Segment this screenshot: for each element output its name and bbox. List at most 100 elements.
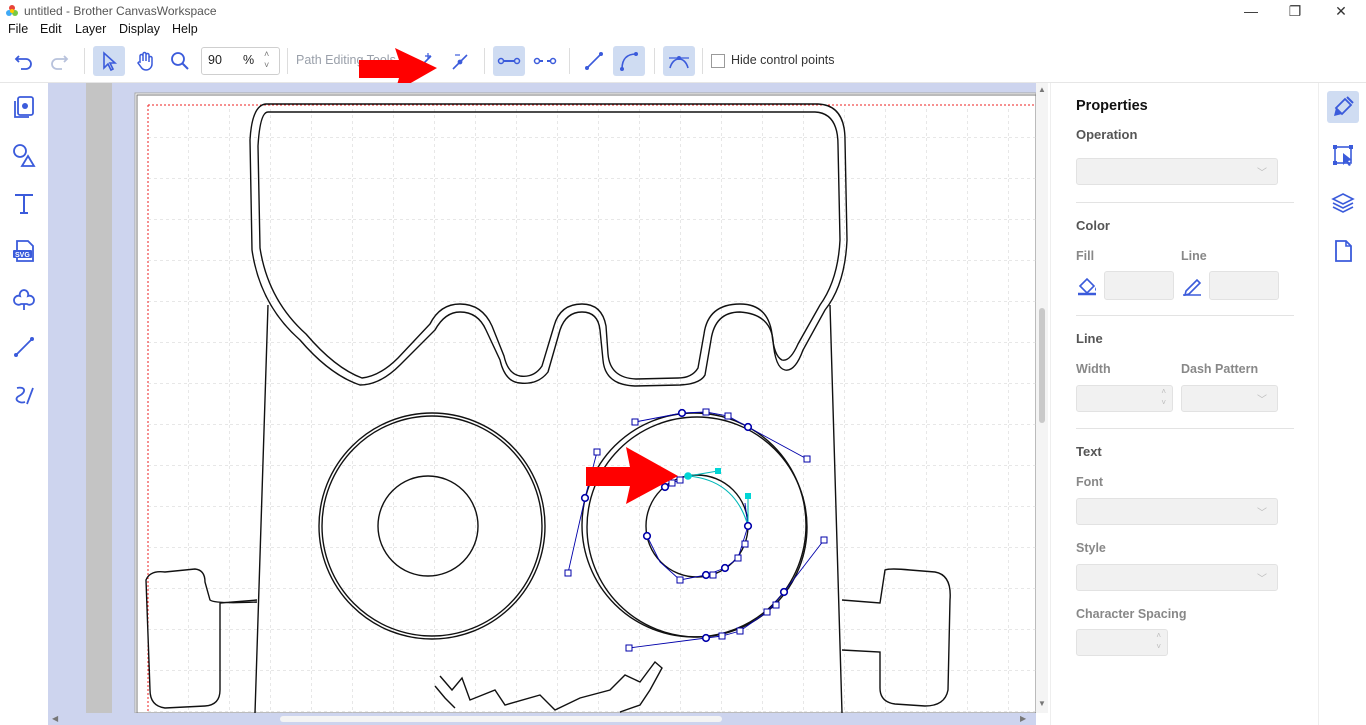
color-label: Color: [1076, 218, 1110, 233]
redo-button[interactable]: [43, 46, 75, 76]
menu-bar: File Edit Layer Display Help: [0, 22, 1366, 40]
chevron-down-icon: ﹀: [1257, 395, 1267, 406]
undo-icon: [14, 55, 32, 70]
cut-shape-button[interactable]: [8, 283, 40, 315]
svg-import-icon: SVG: [13, 240, 34, 262]
delete-node-button[interactable]: [444, 46, 476, 76]
select-tool-button[interactable]: [93, 46, 125, 76]
hide-control-points-label: Hide control points: [731, 53, 835, 67]
curve-segment-button[interactable]: [613, 46, 645, 76]
freehand-tool-button[interactable]: [8, 379, 40, 411]
horizontal-scrollbar[interactable]: ◀ ▶: [48, 713, 1036, 725]
split-node-button[interactable]: [529, 46, 561, 76]
menu-layer[interactable]: Layer: [75, 22, 106, 36]
smooth-node-button[interactable]: [663, 46, 695, 76]
checkbox-box[interactable]: [711, 54, 725, 68]
divider: [1076, 202, 1294, 203]
chevron-down-icon: ﹀: [1257, 574, 1267, 585]
style-select[interactable]: ﹀: [1076, 564, 1278, 591]
operation-select[interactable]: ﹀: [1076, 158, 1278, 185]
layers-icon: [1331, 193, 1355, 213]
straight-segment-button[interactable]: [578, 46, 610, 76]
fill-color-swatch[interactable]: [1104, 271, 1174, 300]
zoom-input[interactable]: 90 % ˄ ˅: [201, 47, 280, 75]
split-node-icon: [533, 57, 557, 65]
curve-segment-icon: [620, 52, 638, 71]
transform-icon: [1333, 145, 1353, 166]
divider: [1076, 315, 1294, 316]
smooth-node-icon: [669, 56, 689, 69]
templates-button[interactable]: [8, 91, 40, 123]
toolbar-separator: [654, 48, 655, 74]
scroll-left-icon[interactable]: ◀: [52, 714, 58, 723]
scroll-down-icon[interactable]: ▼: [1038, 699, 1046, 708]
join-nodes-button[interactable]: [493, 46, 525, 76]
menu-display[interactable]: Display: [119, 22, 160, 36]
delete-node-icon: [452, 54, 468, 70]
layers-tab-button[interactable]: [1327, 187, 1359, 219]
zoom-value: 90: [208, 53, 222, 67]
line-section-label: Line: [1076, 331, 1103, 346]
page-icon: [1335, 240, 1352, 262]
menu-file[interactable]: File: [8, 22, 28, 36]
cut-shape-icon: [13, 289, 35, 310]
straight-segment-icon: [585, 52, 603, 70]
dash-pattern-select[interactable]: ﹀: [1181, 385, 1278, 412]
shapes-icon: [13, 144, 36, 167]
title-bar: untitled - Brother CanvasWorkspace — ❐ ✕: [0, 0, 1366, 22]
stepper-up-icon[interactable]: ˄: [1156, 631, 1161, 640]
operation-label: Operation: [1076, 127, 1138, 142]
line-width-input[interactable]: ˄ ˅: [1076, 385, 1173, 412]
vertical-scrollbar[interactable]: ▲ ▼: [1036, 83, 1048, 713]
toolbar-separator: [484, 48, 485, 74]
menu-help[interactable]: Help: [172, 22, 198, 36]
close-button[interactable]: ✕: [1318, 0, 1364, 22]
select-pointer-icon: [103, 51, 118, 72]
line-color-swatch[interactable]: [1209, 271, 1279, 300]
text-icon: [15, 194, 33, 214]
style-label: Style: [1076, 541, 1106, 555]
undo-button[interactable]: [8, 46, 40, 76]
zoom-icon: [171, 52, 189, 70]
line-color-label: Line: [1181, 249, 1207, 263]
canvas-area[interactable]: [48, 83, 1036, 713]
stepper-down-icon[interactable]: ˅: [1161, 398, 1166, 407]
line-draw-icon: [14, 337, 34, 357]
app-logo-icon: [6, 5, 18, 16]
fill-label: Fill: [1076, 249, 1095, 263]
zoom-tool-button[interactable]: [164, 46, 196, 76]
shapes-button[interactable]: [8, 139, 40, 171]
font-select[interactable]: ﹀: [1076, 498, 1278, 525]
vertical-scroll-thumb[interactable]: [1039, 308, 1045, 423]
pan-tool-button[interactable]: [129, 46, 161, 76]
toolbar-separator: [287, 48, 288, 74]
font-label: Font: [1076, 475, 1104, 489]
svg-import-button[interactable]: SVG: [8, 235, 40, 267]
scroll-up-icon[interactable]: ▲: [1038, 85, 1046, 94]
minimize-button[interactable]: —: [1228, 0, 1274, 22]
fill-bucket-icon: [1078, 277, 1096, 296]
stepper-down-icon[interactable]: ˅: [1156, 642, 1161, 651]
line-tool-button[interactable]: [8, 331, 40, 363]
zoom-down-icon[interactable]: ˅: [264, 60, 269, 70]
restore-button[interactable]: ❐: [1272, 0, 1318, 22]
page-tab-button[interactable]: [1327, 235, 1359, 267]
text-section-label: Text: [1076, 444, 1102, 459]
transform-tab-button[interactable]: [1327, 139, 1359, 171]
horizontal-scroll-thumb[interactable]: [280, 716, 722, 722]
redo-icon: [51, 55, 69, 70]
menu-edit[interactable]: Edit: [40, 22, 62, 36]
stepper-up-icon[interactable]: ˄: [1161, 387, 1166, 396]
text-tool-button[interactable]: [8, 187, 40, 219]
toolbar-separator: [702, 48, 703, 74]
character-spacing-input[interactable]: ˄ ˅: [1076, 629, 1168, 656]
zoom-up-icon[interactable]: ˄: [264, 49, 269, 59]
scroll-right-icon[interactable]: ▶: [1020, 714, 1026, 723]
window-title: untitled - Brother CanvasWorkspace: [24, 4, 217, 18]
join-nodes-icon: [497, 57, 521, 65]
properties-tab-button[interactable]: [1327, 91, 1359, 123]
drawing-canvas[interactable]: [48, 83, 1036, 713]
properties-title: Properties: [1076, 98, 1148, 114]
left-tool-panel: SVG: [0, 83, 48, 725]
toolbar: 90 % ˄ ˅ Path Editing Tools Hide control…: [0, 40, 1366, 92]
